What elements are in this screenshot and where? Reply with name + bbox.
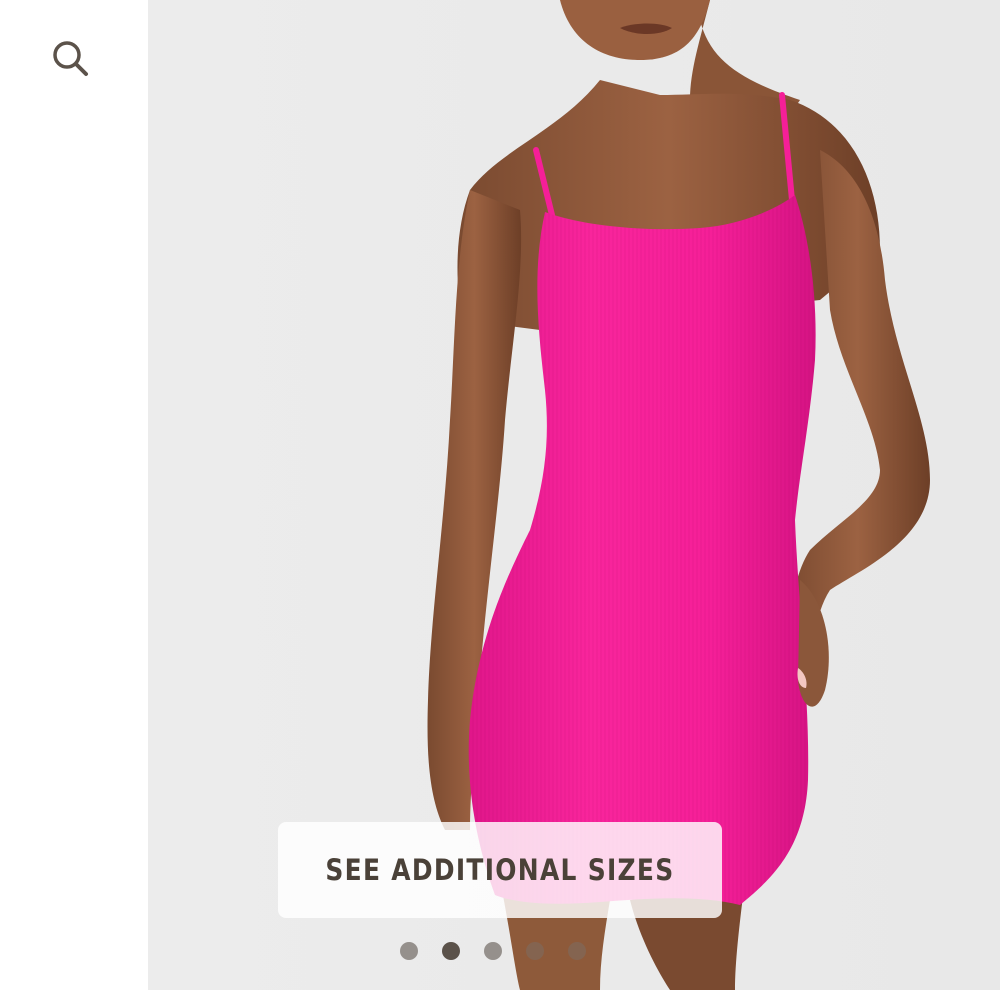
bottom-strip — [148, 990, 1000, 1000]
see-additional-sizes-label: SEE ADDITIONAL SIZES — [325, 853, 675, 887]
carousel-dot-5[interactable] — [568, 942, 586, 960]
search-icon — [53, 41, 88, 76]
carousel-dots — [400, 940, 600, 962]
carousel-dot-1[interactable] — [400, 942, 418, 960]
search-button[interactable] — [48, 36, 92, 80]
left-sidebar — [0, 0, 148, 1000]
carousel-dot-4[interactable] — [526, 942, 544, 960]
carousel-dot-3[interactable] — [484, 942, 502, 960]
carousel-dot-2[interactable] — [442, 942, 460, 960]
see-additional-sizes-button[interactable]: SEE ADDITIONAL SIZES — [278, 822, 722, 918]
